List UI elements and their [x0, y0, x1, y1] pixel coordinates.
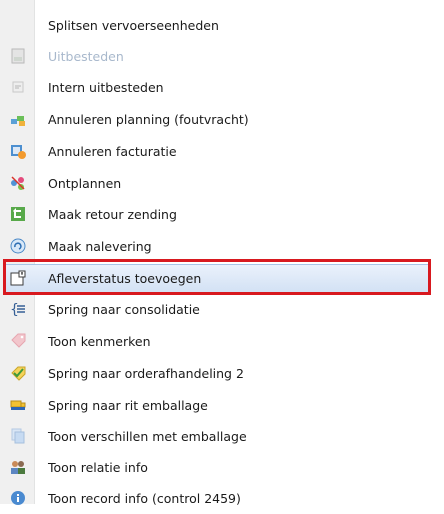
menu-item-spring-naar-consolidatie[interactable]: { Spring naar consolidatie [0, 294, 444, 325]
highlight-annotation-outline [3, 259, 431, 295]
redelivery-icon [10, 238, 26, 254]
menu-item-label: Toon verschillen met emballage [48, 429, 247, 444]
cancel-invoice-icon [10, 143, 26, 159]
people-icon [10, 459, 26, 475]
menu-item-label: Annuleren facturatie [48, 144, 177, 159]
truck-icon [10, 397, 26, 413]
menu-item-label: Ontplannen [48, 176, 122, 191]
menu-item-annuleren-facturatie[interactable]: Annuleren facturatie [0, 136, 444, 167]
menu-item-label: Toon relatie info [48, 460, 148, 475]
tag-icon [10, 333, 26, 349]
menu-item-uitbesteden[interactable]: Uitbesteden [0, 41, 444, 72]
menu-item-intern-uitbesteden[interactable]: Intern uitbesteden [0, 72, 444, 103]
menu-item-label: Maak retour zending [48, 207, 177, 222]
menu-item-maak-nalevering[interactable]: Maak nalevering [0, 231, 444, 262]
menu-item-splitsen-vervoerseenheden[interactable]: Splitsen vervoerseenheden [0, 10, 444, 41]
menu-item-spring-naar-orderafhandeling-2[interactable]: Spring naar orderafhandeling 2 [0, 358, 444, 389]
menu-item-spring-naar-rit-emballage[interactable]: Spring naar rit emballage [0, 390, 444, 421]
consolidation-icon: { [10, 301, 26, 317]
menu-item-label: Splitsen vervoerseenheden [48, 18, 219, 33]
menu-item-label: Spring naar rit emballage [48, 398, 208, 413]
menu-item-ontplannen[interactable]: Ontplannen [0, 168, 444, 199]
menu-item-label: Spring naar orderafhandeling 2 [48, 366, 244, 381]
unplan-icon [10, 175, 26, 191]
cancel-planning-icon [10, 111, 26, 127]
menu-item-label: Annuleren planning (foutvracht) [48, 112, 249, 127]
context-menu: Splitsen vervoerseenheden Uitbesteden In… [0, 0, 444, 506]
menu-item-toon-verschillen-met-emballage[interactable]: Toon verschillen met emballage [0, 421, 444, 452]
menu-item-toon-record-info[interactable]: Toon record info (control 2459) [0, 483, 444, 514]
menu-item-label: Toon kenmerken [48, 334, 151, 349]
menu-item-label: Intern uitbesteden [48, 80, 164, 95]
menu-item-toon-kenmerken[interactable]: Toon kenmerken [0, 326, 444, 357]
pages-icon [10, 428, 26, 444]
menu-item-maak-retour-zending[interactable]: Maak retour zending [0, 199, 444, 230]
menu-item-label: Spring naar consolidatie [48, 302, 200, 317]
document-icon [10, 79, 26, 95]
menu-item-label: Toon record info (control 2459) [48, 491, 241, 506]
menu-item-toon-relatie-info[interactable]: Toon relatie info [0, 452, 444, 483]
menu-item-label: Maak nalevering [48, 239, 152, 254]
check-tag-icon [10, 365, 26, 381]
document-icon [10, 48, 26, 64]
menu-item-annuleren-planning[interactable]: Annuleren planning (foutvracht) [0, 104, 444, 135]
menu-item-label: Uitbesteden [48, 49, 124, 64]
return-icon [10, 206, 26, 222]
